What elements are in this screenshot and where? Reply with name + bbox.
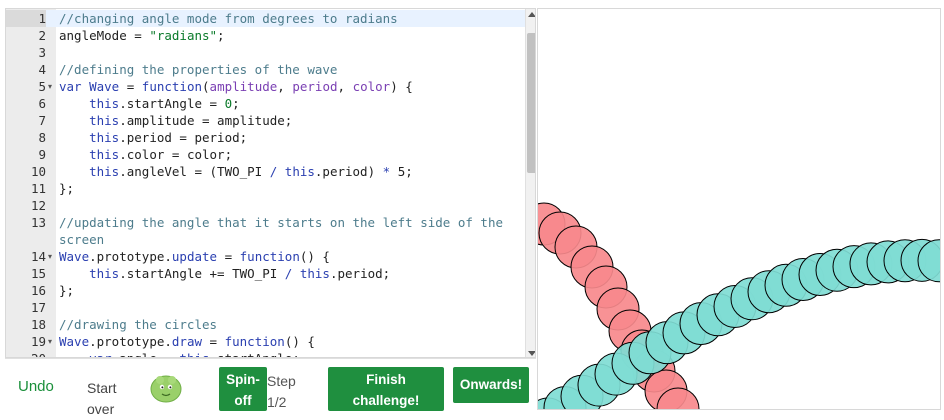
spin-off-button[interactable]: Spin- off <box>219 367 267 411</box>
code-line[interactable]: 16}; <box>6 282 535 299</box>
line-number: 16 <box>30 283 46 298</box>
code-text[interactable]: //changing angle mode from degrees to ra… <box>59 10 398 27</box>
code-text[interactable]: //updating the angle that it starts on t… <box>59 214 503 231</box>
code-line[interactable]: 8 this.period = period; <box>6 129 535 146</box>
start-over-label-line1: Start <box>87 380 117 396</box>
line-number: 11 <box>30 181 46 196</box>
code-line[interactable]: 5 ▾ var Wave = function(amplitude, period,… <box>6 78 535 95</box>
code-line[interactable]: 2 angleMode = "radians"; <box>6 27 535 44</box>
code-line[interactable]: 17 <box>6 299 535 316</box>
code-line[interactable]: screen <box>6 231 535 248</box>
code-text[interactable]: }; <box>59 282 74 299</box>
line-number: 1 <box>6 10 46 27</box>
code-line[interactable]: 19 ▾ Wave.prototype.draw = function() { <box>6 333 535 350</box>
code-line[interactable]: 3 <box>6 44 535 61</box>
line-number: 17 <box>30 300 46 315</box>
code-text[interactable]: Wave.prototype.update = function() { <box>59 248 330 265</box>
undo-button[interactable]: Undo <box>18 378 54 395</box>
code-line[interactable]: 14 ▾ Wave.prototype.update = function() { <box>6 248 535 265</box>
line-number: 15 <box>30 266 46 281</box>
line-number: 3 <box>38 45 46 60</box>
code-line[interactable]: 7 this.amplitude = amplitude; <box>6 112 535 129</box>
code-text[interactable]: this.startAngle += TWO_PI / this.period; <box>59 265 390 282</box>
code-text[interactable]: angleMode = "radians"; <box>59 27 225 44</box>
finish-label-line2: challenge! <box>352 393 420 408</box>
line-number: 4 <box>38 62 46 77</box>
line-number: 10 <box>30 164 46 179</box>
fold-toggle-icon[interactable]: ▾ <box>48 248 52 265</box>
start-over-button[interactable]: Start over <box>87 378 132 420</box>
code-text[interactable]: this.period = period; <box>59 129 247 146</box>
code-editor[interactable]: 1 //changing angle mode from degrees to r… <box>5 8 536 358</box>
scroll-up-arrow-icon[interactable] <box>528 12 535 17</box>
fold-toggle-icon[interactable]: ▾ <box>48 333 52 350</box>
line-number: 5 <box>38 79 46 94</box>
code-line[interactable]: 11}; <box>6 180 535 197</box>
code-text[interactable]: //drawing the circles <box>59 316 217 333</box>
output-canvas[interactable] <box>537 8 941 410</box>
scroll-down-arrow-icon[interactable] <box>528 351 535 356</box>
finish-label-line1: Finish <box>366 372 406 387</box>
line-number: 18 <box>30 317 46 332</box>
code-line[interactable]: 1 //changing angle mode from degrees to r… <box>6 10 535 27</box>
code-text[interactable]: Wave.prototype.draw = function() { <box>59 333 315 350</box>
editor-toolbar: Undo Start over Spin- off Step 1/2 Finis… <box>5 358 536 417</box>
code-text[interactable]: //defining the properties of the wave <box>59 61 337 78</box>
code-text[interactable]: }; <box>59 180 74 197</box>
fold-toggle-icon[interactable]: ▾ <box>48 78 52 95</box>
code-line[interactable]: 13 //updating the angle that it starts on… <box>6 214 535 231</box>
code-line[interactable]: 15 this.startAngle += TWO_PI / this.peri… <box>6 265 535 282</box>
code-text[interactable]: screen <box>59 231 104 248</box>
line-number: 8 <box>38 130 46 145</box>
step-indicator: Step 1/2 <box>267 371 296 413</box>
line-number: 7 <box>38 113 46 128</box>
code-line[interactable]: 20 var angle = this.startAngle; <box>6 350 535 357</box>
line-number: 19 <box>30 334 46 349</box>
code-line[interactable]: 18 //drawing the circles <box>6 316 535 333</box>
line-number: 6 <box>38 96 46 111</box>
code-text[interactable]: var Wave = function(amplitude, period, c… <box>59 78 413 95</box>
finish-challenge-button[interactable]: Finish challenge! <box>328 367 444 411</box>
code-text[interactable]: var angle = this.startAngle; <box>59 350 300 357</box>
spin-off-label-line2: off <box>234 393 252 408</box>
code-line[interactable]: 10 this.angleVel = (TWO_PI / this.period… <box>6 163 535 180</box>
code-text[interactable]: this.angleVel = (TWO_PI / this.period) *… <box>59 163 413 180</box>
wave-canvas-drawing <box>538 202 940 409</box>
code-text[interactable]: this.startAngle = 0; <box>59 95 240 112</box>
spin-off-label-line1: Spin- <box>226 372 260 387</box>
line-number: 14 <box>30 249 46 264</box>
line-number: 12 <box>30 198 46 213</box>
line-number: 2 <box>38 28 46 43</box>
code-line[interactable]: 9 this.color = color; <box>6 146 535 163</box>
line-number: 20 <box>6 350 46 357</box>
code-line[interactable]: 6 this.startAngle = 0; <box>6 95 535 112</box>
code-line[interactable]: 12 <box>6 197 535 214</box>
step-label: Step <box>267 373 296 389</box>
code-text[interactable]: this.amplitude = amplitude; <box>59 112 292 129</box>
line-number: 9 <box>38 147 46 162</box>
onwards-button[interactable]: Onwards! <box>453 367 529 403</box>
editor-scrollbar-thumb[interactable] <box>527 33 535 173</box>
code-line[interactable]: 4 //defining the properties of the wave <box>6 61 535 78</box>
code-text[interactable]: this.color = color; <box>59 146 232 163</box>
line-number: 13 <box>30 215 46 230</box>
avatar-icon <box>150 375 182 403</box>
